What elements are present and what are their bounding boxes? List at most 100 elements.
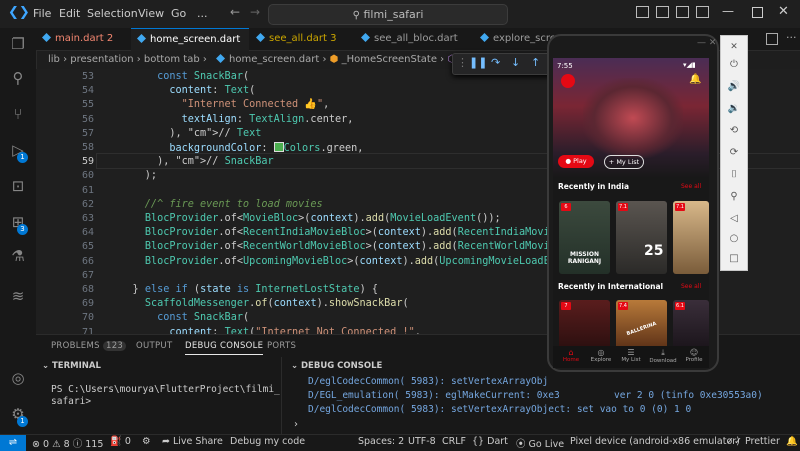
device-status[interactable]: Pixel device (android-x86 emulator) bbox=[570, 436, 740, 447]
command-center-search[interactable]: ⚲ filmi_safari bbox=[268, 4, 508, 25]
step-out-icon[interactable]: ↑ bbox=[531, 56, 540, 69]
my-list-button[interactable]: + My List bbox=[604, 155, 644, 169]
back-icon[interactable]: ◁ bbox=[727, 212, 741, 226]
debug-input-chevron-icon[interactable]: › bbox=[294, 419, 298, 430]
step-into-icon[interactable]: ↓ bbox=[511, 56, 520, 69]
close-emulator-icon[interactable]: ✕ bbox=[727, 40, 741, 54]
more-actions-icon[interactable]: ··· bbox=[786, 31, 797, 44]
maximize-icon[interactable] bbox=[752, 7, 763, 18]
code-line: BlocProvider.of<UpcomingMovieBloc>(conte… bbox=[144, 255, 599, 267]
poster-india-3[interactable]: 7.1 bbox=[673, 201, 709, 274]
tab-home-screen-dart[interactable]: home_screen.dart ✕ bbox=[131, 28, 249, 51]
menu-file[interactable]: File bbox=[33, 7, 51, 20]
see-all-international-link[interactable]: See all bbox=[681, 283, 701, 290]
drag-handle-icon[interactable]: ⋮ bbox=[457, 56, 468, 69]
menu-selection[interactable]: Selection bbox=[87, 7, 138, 20]
step-over-icon[interactable]: ↷ bbox=[491, 56, 500, 69]
status-time: 7:55 bbox=[557, 62, 573, 70]
phone-screen[interactable]: 7:55 ▾◢▮ 🔔 ● Play + My List Recently in … bbox=[553, 58, 709, 368]
minimize-icon[interactable]: — bbox=[722, 4, 734, 18]
notification-bell-icon[interactable]: 🔔 bbox=[689, 74, 701, 85]
tab-debug-console[interactable]: DEBUG CONSOLE bbox=[185, 341, 264, 355]
remote-indicator-icon[interactable]: ⇌ bbox=[0, 435, 26, 451]
volume-down-icon[interactable]: 🔉 bbox=[727, 102, 741, 116]
nav-home[interactable]: ⌂ Home bbox=[559, 348, 583, 363]
see-all-india-link[interactable]: See all bbox=[681, 183, 701, 190]
emulator-side-toolbar: ✕ ⏻ 🔊 🔉 ⟲ ⟳ ⌷ ⚲ ◁ ○ □ bbox=[720, 35, 748, 271]
menu-go[interactable]: Go bbox=[171, 7, 186, 20]
close-icon[interactable]: ✕ bbox=[778, 4, 789, 19]
tab-see-all-bloc-dart[interactable]: see_all_bloc.dart bbox=[355, 28, 473, 50]
camera-icon[interactable]: ⌷ bbox=[727, 168, 741, 182]
pause-icon[interactable]: ❚❚ bbox=[469, 56, 487, 69]
status-bar: ⇌ ⊗ 0 ⚠ 8 ⓘ 115 ⛽ 0 ⚙ ➦ Live Share Debug… bbox=[0, 434, 800, 451]
menu-more[interactable]: ... bbox=[197, 7, 208, 20]
code-line: textAlign: TextAlign.center, bbox=[181, 113, 354, 125]
debug-console-chevron-icon[interactable]: ⌄ bbox=[291, 361, 298, 371]
terminal-chevron-icon[interactable]: ⌄ bbox=[42, 361, 49, 371]
ports-status[interactable]: ⛽ 0 bbox=[110, 436, 131, 447]
breadcrumb-file[interactable]: home_screen.dart bbox=[229, 54, 319, 65]
layout-sidebar-right-icon[interactable] bbox=[676, 6, 689, 18]
tab-output[interactable]: OUTPUT bbox=[136, 341, 172, 351]
play-button[interactable]: ● Play bbox=[558, 155, 594, 168]
eol-status[interactable]: CRLF bbox=[442, 436, 466, 447]
menu-view[interactable]: View bbox=[138, 7, 164, 20]
tab-main-dart[interactable]: main.dart 2 bbox=[36, 28, 130, 50]
live-share-status[interactable]: ➦ Live Share bbox=[162, 436, 223, 447]
remote-explorer-icon[interactable]: ⊡ bbox=[8, 176, 28, 196]
explorer-icon[interactable]: ❐ bbox=[8, 34, 28, 54]
tab-see-all-dart[interactable]: see_all.dart 3 bbox=[250, 28, 354, 50]
forward-arrow-icon[interactable]: → bbox=[250, 5, 260, 19]
debug-target-icon[interactable]: ⚙ bbox=[142, 436, 151, 447]
poster-india-2[interactable]: 7.1 25 bbox=[616, 201, 667, 274]
rotate-left-icon[interactable]: ⟲ bbox=[727, 124, 741, 138]
prettier-status[interactable]: ✓✓ Prettier bbox=[726, 436, 780, 447]
go-live-status[interactable]: ⦿ Go Live bbox=[516, 436, 564, 450]
line-number: 57 bbox=[81, 127, 94, 139]
home-circle-icon[interactable]: ○ bbox=[727, 232, 741, 246]
poster-intl-2[interactable]: 7.4 BALLERINA bbox=[616, 300, 667, 350]
back-arrow-icon[interactable]: ← bbox=[230, 5, 240, 19]
volume-up-icon[interactable]: 🔊 bbox=[727, 80, 741, 94]
braces-icon: {} bbox=[472, 436, 485, 447]
poster-title: MISSION RANIGANJ bbox=[567, 251, 602, 265]
split-editor-icon[interactable] bbox=[766, 33, 778, 45]
nav-explore[interactable]: ◎ Explore bbox=[589, 348, 613, 363]
account-icon[interactable]: ◎ bbox=[8, 368, 28, 388]
poster-intl-1[interactable]: 7 bbox=[559, 300, 610, 350]
rotate-right-icon[interactable]: ⟳ bbox=[727, 146, 741, 160]
search-icon[interactable]: ⚲ bbox=[8, 68, 28, 88]
nav-my-list[interactable]: ☰ My List bbox=[619, 348, 643, 363]
breadcrumb-lib[interactable]: lib bbox=[48, 54, 60, 65]
indentation-status[interactable]: Spaces: 2 bbox=[358, 436, 404, 447]
debug-my-code-status[interactable]: Debug my code bbox=[230, 436, 305, 447]
source-control-icon[interactable]: ⑂ bbox=[8, 104, 28, 124]
extensions-badge: 3 bbox=[17, 224, 28, 235]
power-icon[interactable]: ⏻ bbox=[727, 58, 741, 72]
breadcrumb-presentation[interactable]: presentation bbox=[70, 54, 133, 65]
customize-layout-icon[interactable] bbox=[696, 6, 709, 18]
nav-download[interactable]: ⤓ Download bbox=[649, 348, 677, 364]
emulator-drag-bar[interactable]: — ✕ bbox=[697, 38, 716, 48]
encoding-status[interactable]: UTF-8 bbox=[408, 436, 436, 447]
testing-icon[interactable]: ⚗ bbox=[8, 246, 28, 266]
language-status[interactable]: {} Dart bbox=[472, 436, 508, 447]
tab-ports[interactable]: PORTS bbox=[267, 341, 296, 351]
poster-intl-3[interactable]: 6.1 bbox=[673, 300, 709, 350]
search-text: filmi_safari bbox=[363, 8, 424, 21]
breadcrumb-class[interactable]: _HomeScreenState bbox=[342, 54, 437, 65]
layout-sidebar-icon[interactable] bbox=[636, 6, 649, 18]
overview-icon[interactable]: □ bbox=[727, 252, 741, 266]
zoom-icon[interactable]: ⚲ bbox=[727, 190, 741, 204]
flutter-icon[interactable]: ≋ bbox=[8, 286, 28, 306]
notifications-bell-icon[interactable]: 🔔 bbox=[786, 436, 798, 447]
breadcrumb-bottom-tab[interactable]: bottom tab bbox=[144, 54, 200, 65]
poster-india-1[interactable]: 6 MISSION RANIGANJ bbox=[559, 201, 610, 274]
problems-status[interactable]: ⊗ 0 ⚠ 8 ⓘ 115 bbox=[32, 436, 103, 450]
tab-problems[interactable]: PROBLEMS bbox=[51, 341, 100, 351]
menu-edit[interactable]: Edit bbox=[59, 7, 80, 20]
line-number: 66 bbox=[81, 255, 94, 267]
nav-profile[interactable]: ☺ Profile bbox=[681, 348, 707, 363]
layout-panel-icon[interactable] bbox=[656, 6, 669, 18]
